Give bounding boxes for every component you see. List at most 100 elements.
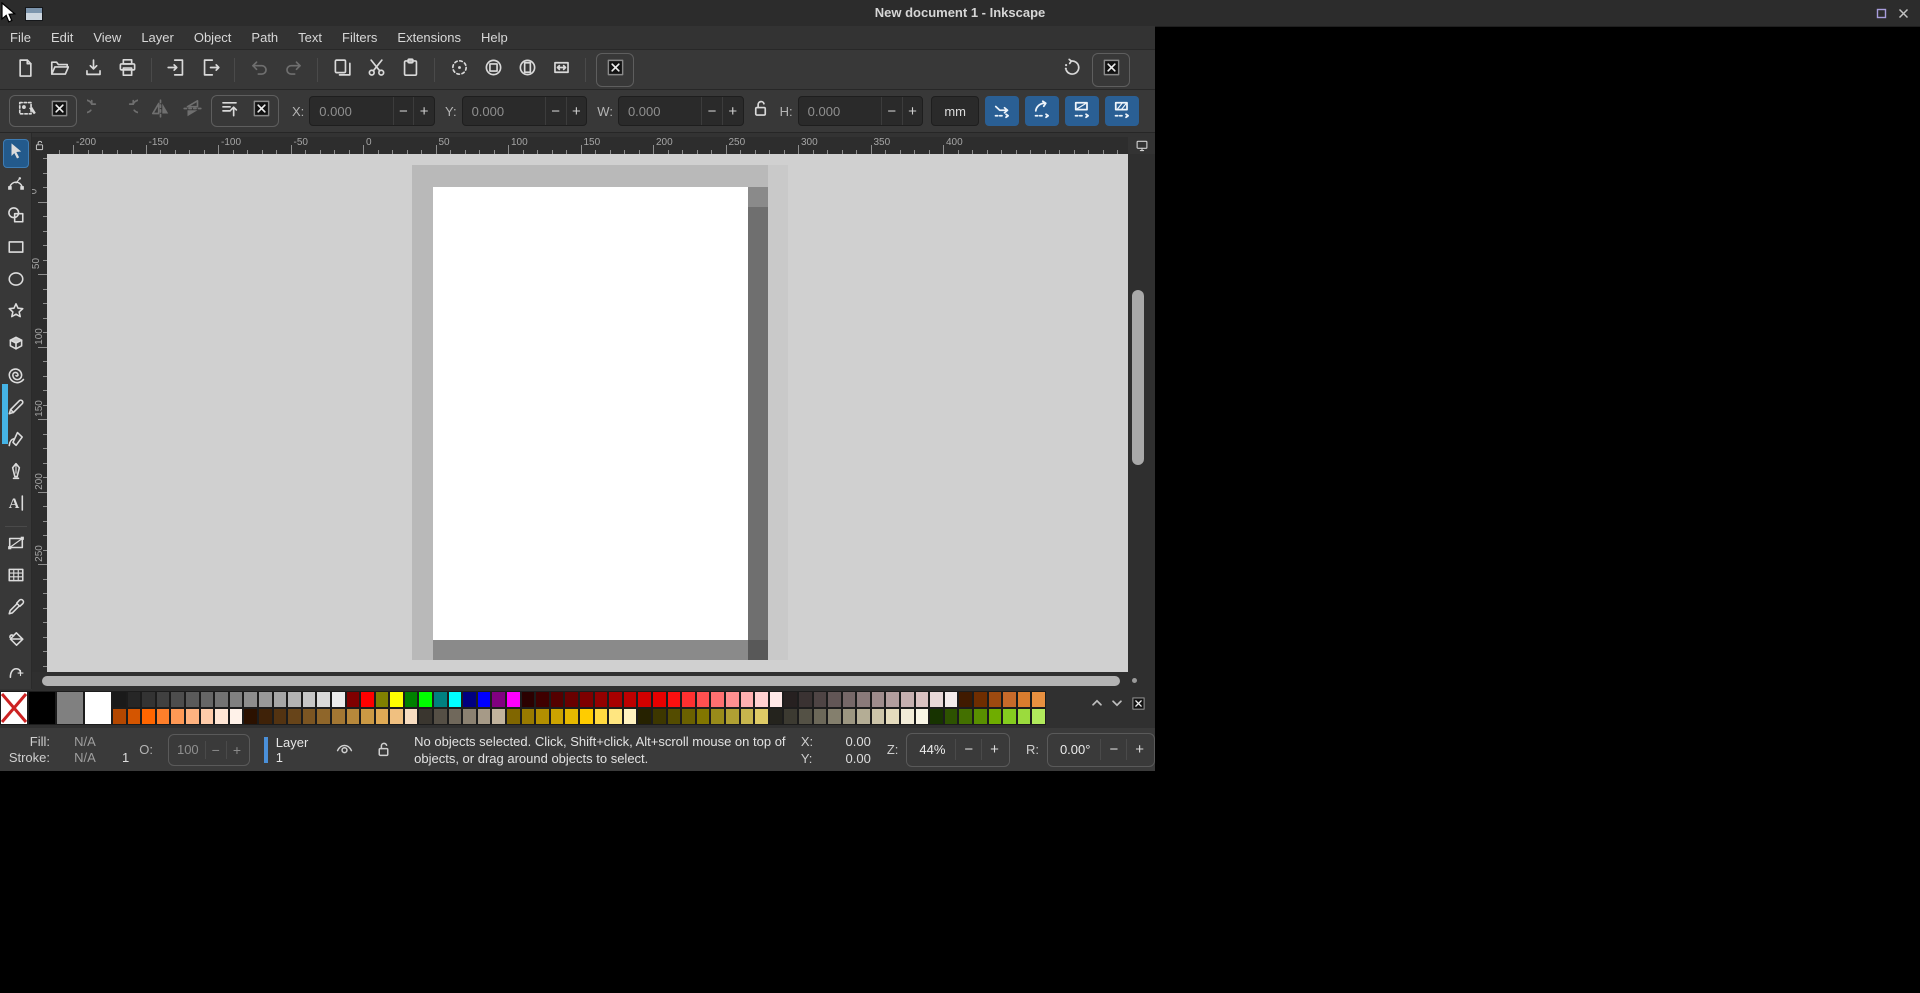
palette-swatch[interactable] bbox=[579, 691, 594, 708]
document-properties-button[interactable] bbox=[600, 55, 630, 85]
palette-swatch[interactable] bbox=[725, 708, 740, 725]
horizontal-ruler[interactable]: -200-150-100-50050100150200250300350400 bbox=[47, 137, 1128, 154]
x-decrement-button[interactable]: − bbox=[393, 97, 414, 125]
palette-configure-button[interactable] bbox=[1130, 695, 1147, 712]
layer-lock-toggle[interactable] bbox=[373, 739, 394, 761]
menu-filters[interactable]: Filters bbox=[340, 27, 389, 48]
palette-swatch[interactable] bbox=[652, 691, 667, 708]
rectangle-tool[interactable] bbox=[3, 235, 29, 264]
layer-visibility-toggle[interactable] bbox=[334, 739, 355, 761]
palette-swatch[interactable] bbox=[944, 708, 959, 725]
text-tool[interactable]: A bbox=[3, 491, 29, 520]
menu-layer[interactable]: Layer bbox=[139, 27, 186, 48]
palette-swatch[interactable] bbox=[462, 708, 477, 725]
palette-swatch[interactable] bbox=[681, 691, 696, 708]
palette-swatch[interactable] bbox=[491, 691, 506, 708]
palette-swatch[interactable] bbox=[302, 708, 317, 725]
palette-swatch[interactable] bbox=[273, 691, 288, 708]
palette-swatch[interactable] bbox=[725, 691, 740, 708]
palette-swatch[interactable] bbox=[273, 708, 288, 725]
x-increment-button[interactable]: + bbox=[413, 97, 434, 125]
menu-path[interactable]: Path bbox=[249, 27, 290, 48]
paint-bucket-tool[interactable] bbox=[3, 627, 29, 656]
menu-edit[interactable]: Edit bbox=[49, 27, 85, 48]
close-button[interactable] bbox=[1894, 4, 1912, 22]
palette-swatch[interactable] bbox=[331, 708, 346, 725]
palette-swatch[interactable] bbox=[827, 708, 842, 725]
palette-swatch[interactable] bbox=[564, 708, 579, 725]
ellipse-tool[interactable] bbox=[3, 267, 29, 296]
gradient-tool[interactable] bbox=[3, 531, 29, 560]
palette-swatch[interactable] bbox=[754, 708, 769, 725]
palette-swatch[interactable] bbox=[813, 691, 828, 708]
palette-swatch[interactable] bbox=[156, 691, 171, 708]
palette-swatch[interactable] bbox=[287, 708, 302, 725]
undo-history-button[interactable] bbox=[1057, 55, 1087, 85]
palette-swatch[interactable] bbox=[535, 691, 550, 708]
redo-button[interactable] bbox=[278, 55, 308, 85]
palette-scroll-down-button[interactable] bbox=[1108, 695, 1126, 711]
rotation-decrement-button[interactable]: − bbox=[1100, 739, 1126, 759]
selector-tool[interactable] bbox=[3, 139, 29, 168]
rotation-increment-button[interactable]: + bbox=[1126, 739, 1152, 759]
select-all-button[interactable] bbox=[13, 97, 41, 125]
palette-swatch[interactable] bbox=[1002, 708, 1017, 725]
palette-scroll-up-button[interactable] bbox=[1088, 695, 1106, 711]
lock-ratio-toggle[interactable] bbox=[746, 96, 776, 126]
vertical-ruler[interactable]: 050100150200250 bbox=[32, 154, 47, 672]
palette-swatch[interactable] bbox=[243, 691, 258, 708]
palette-swatch[interactable] bbox=[112, 691, 127, 708]
palette-swatch[interactable] bbox=[944, 691, 959, 708]
menu-view[interactable]: View bbox=[91, 27, 133, 48]
menu-text[interactable]: Text bbox=[296, 27, 334, 48]
palette-swatch[interactable] bbox=[185, 708, 200, 725]
palette-swatch[interactable] bbox=[973, 691, 988, 708]
horizontal-scrollbar-thumb[interactable] bbox=[42, 676, 1120, 686]
palette-swatch[interactable] bbox=[229, 691, 244, 708]
palette-swatch[interactable] bbox=[973, 708, 988, 725]
palette-swatch[interactable] bbox=[112, 708, 127, 725]
palette-swatch[interactable] bbox=[477, 708, 492, 725]
palette-swatch[interactable] bbox=[331, 691, 346, 708]
h-input[interactable]: 0.000 bbox=[799, 104, 881, 119]
palette-swatch[interactable] bbox=[856, 708, 871, 725]
palette-swatch[interactable] bbox=[433, 691, 448, 708]
paste-button[interactable] bbox=[395, 55, 425, 85]
palette-swatch[interactable] bbox=[170, 708, 185, 725]
palette-swatch[interactable] bbox=[754, 691, 769, 708]
palette-swatch[interactable] bbox=[185, 691, 200, 708]
palette-swatch[interactable] bbox=[127, 708, 142, 725]
vertical-scrollbar[interactable] bbox=[1128, 154, 1155, 672]
dropper-tool[interactable] bbox=[3, 595, 29, 624]
palette-swatch[interactable] bbox=[360, 691, 375, 708]
fill-stroke-indicator[interactable]: Fill: N/A Stroke: N/A 1 bbox=[2, 734, 129, 766]
palette-swatch[interactable] bbox=[360, 708, 375, 725]
zoom-to-drawing-button[interactable] bbox=[478, 55, 508, 85]
zoom-to-page-button[interactable] bbox=[512, 55, 542, 85]
palette-swatch[interactable] bbox=[28, 691, 56, 725]
palette-swatch[interactable] bbox=[316, 708, 331, 725]
copy-button[interactable] bbox=[327, 55, 357, 85]
palette-swatch[interactable] bbox=[462, 691, 477, 708]
palette-swatch[interactable] bbox=[535, 708, 550, 725]
opacity-input[interactable]: 100 bbox=[171, 742, 205, 757]
palette-swatch[interactable] bbox=[929, 691, 944, 708]
palette-swatch[interactable] bbox=[229, 708, 244, 725]
palette-swatch[interactable] bbox=[389, 708, 404, 725]
palette-swatch[interactable] bbox=[1031, 708, 1046, 725]
opacity-decrement-button[interactable]: − bbox=[205, 741, 226, 759]
palette-swatch[interactable] bbox=[346, 691, 361, 708]
palette-swatch[interactable] bbox=[856, 691, 871, 708]
palette-swatch[interactable] bbox=[871, 708, 886, 725]
h-decrement-button[interactable]: − bbox=[881, 97, 902, 125]
palette-swatch[interactable] bbox=[448, 691, 463, 708]
palette-swatch[interactable] bbox=[1017, 691, 1032, 708]
palette-swatch[interactable] bbox=[375, 691, 390, 708]
layer-indicator[interactable]: Layer 1 bbox=[264, 735, 316, 765]
menu-help[interactable]: Help bbox=[479, 27, 520, 48]
vertical-scrollbar-thumb[interactable] bbox=[1132, 290, 1144, 465]
flip-vertical-button[interactable] bbox=[178, 97, 206, 125]
palette-swatch[interactable] bbox=[56, 691, 84, 725]
mesh-gradient-tool[interactable] bbox=[3, 563, 29, 592]
palette-swatch[interactable] bbox=[521, 691, 536, 708]
